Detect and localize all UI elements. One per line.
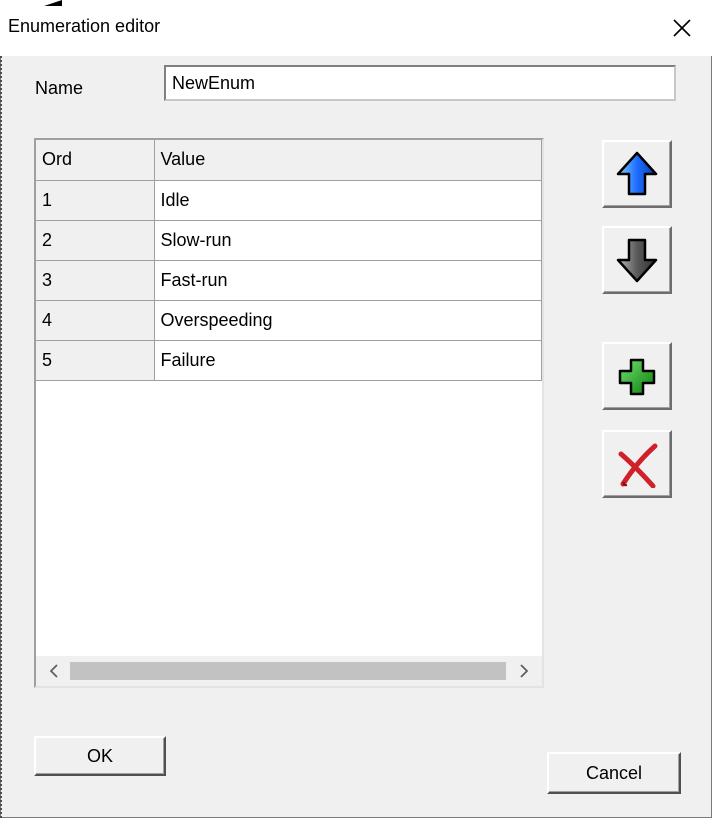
column-header-ord[interactable]: Ord (36, 140, 155, 181)
name-input[interactable] (164, 65, 676, 101)
delete-x-icon (618, 443, 658, 488)
move-down-button[interactable] (602, 226, 672, 294)
row-value-cell[interactable]: Failure (154, 340, 542, 381)
chevron-right-icon (520, 664, 529, 678)
row-value-cell[interactable]: Slow-run (154, 220, 542, 261)
title-bar[interactable]: Enumeration editor (0, 0, 712, 56)
enum-values-grid[interactable]: Ord Value 1 Idle 2 Slow-run 3 Fast-run 4… (34, 138, 544, 688)
title-bar-decoration (44, 0, 62, 6)
close-button[interactable] (652, 0, 712, 56)
move-up-button[interactable] (602, 140, 672, 208)
plus-icon (618, 358, 656, 396)
row-value-cell[interactable]: Fast-run (154, 260, 542, 301)
row-ord-cell[interactable]: 1 (36, 180, 155, 221)
table-row[interactable]: 4 Overspeeding (36, 300, 542, 341)
table-header-row: Ord Value (36, 140, 542, 181)
row-ord-cell[interactable]: 2 (36, 220, 155, 261)
table-row[interactable]: 3 Fast-run (36, 260, 542, 301)
horizontal-scrollbar[interactable] (36, 656, 542, 686)
row-value-cell[interactable]: Idle (154, 180, 542, 221)
name-label: Name (35, 78, 84, 98)
chevron-left-icon (49, 664, 58, 678)
dialog-title: Enumeration editor (8, 16, 161, 36)
scroll-thumb[interactable] (70, 662, 506, 680)
add-item-button[interactable] (602, 342, 672, 410)
window-edge (0, 0, 2, 818)
enum-table: Ord Value 1 Idle 2 Slow-run 3 Fast-run 4… (36, 140, 542, 381)
table-row[interactable]: 5 Failure (36, 340, 542, 381)
row-ord-cell[interactable]: 5 (36, 340, 155, 381)
arrow-up-icon (616, 151, 658, 196)
delete-item-button[interactable] (602, 430, 672, 498)
column-header-value[interactable]: Value (154, 140, 542, 181)
ok-button[interactable]: OK (34, 736, 166, 776)
table-row[interactable]: 2 Slow-run (36, 220, 542, 261)
row-ord-cell[interactable]: 3 (36, 260, 155, 301)
cancel-button[interactable]: Cancel (547, 752, 681, 794)
arrow-down-icon (616, 238, 658, 283)
row-value-cell[interactable]: Overspeeding (154, 300, 542, 341)
close-icon (673, 19, 691, 37)
scroll-left-button[interactable] (44, 661, 64, 681)
table-row[interactable]: 1 Idle (36, 180, 542, 221)
scroll-right-button[interactable] (514, 661, 534, 681)
row-ord-cell[interactable]: 4 (36, 300, 155, 341)
